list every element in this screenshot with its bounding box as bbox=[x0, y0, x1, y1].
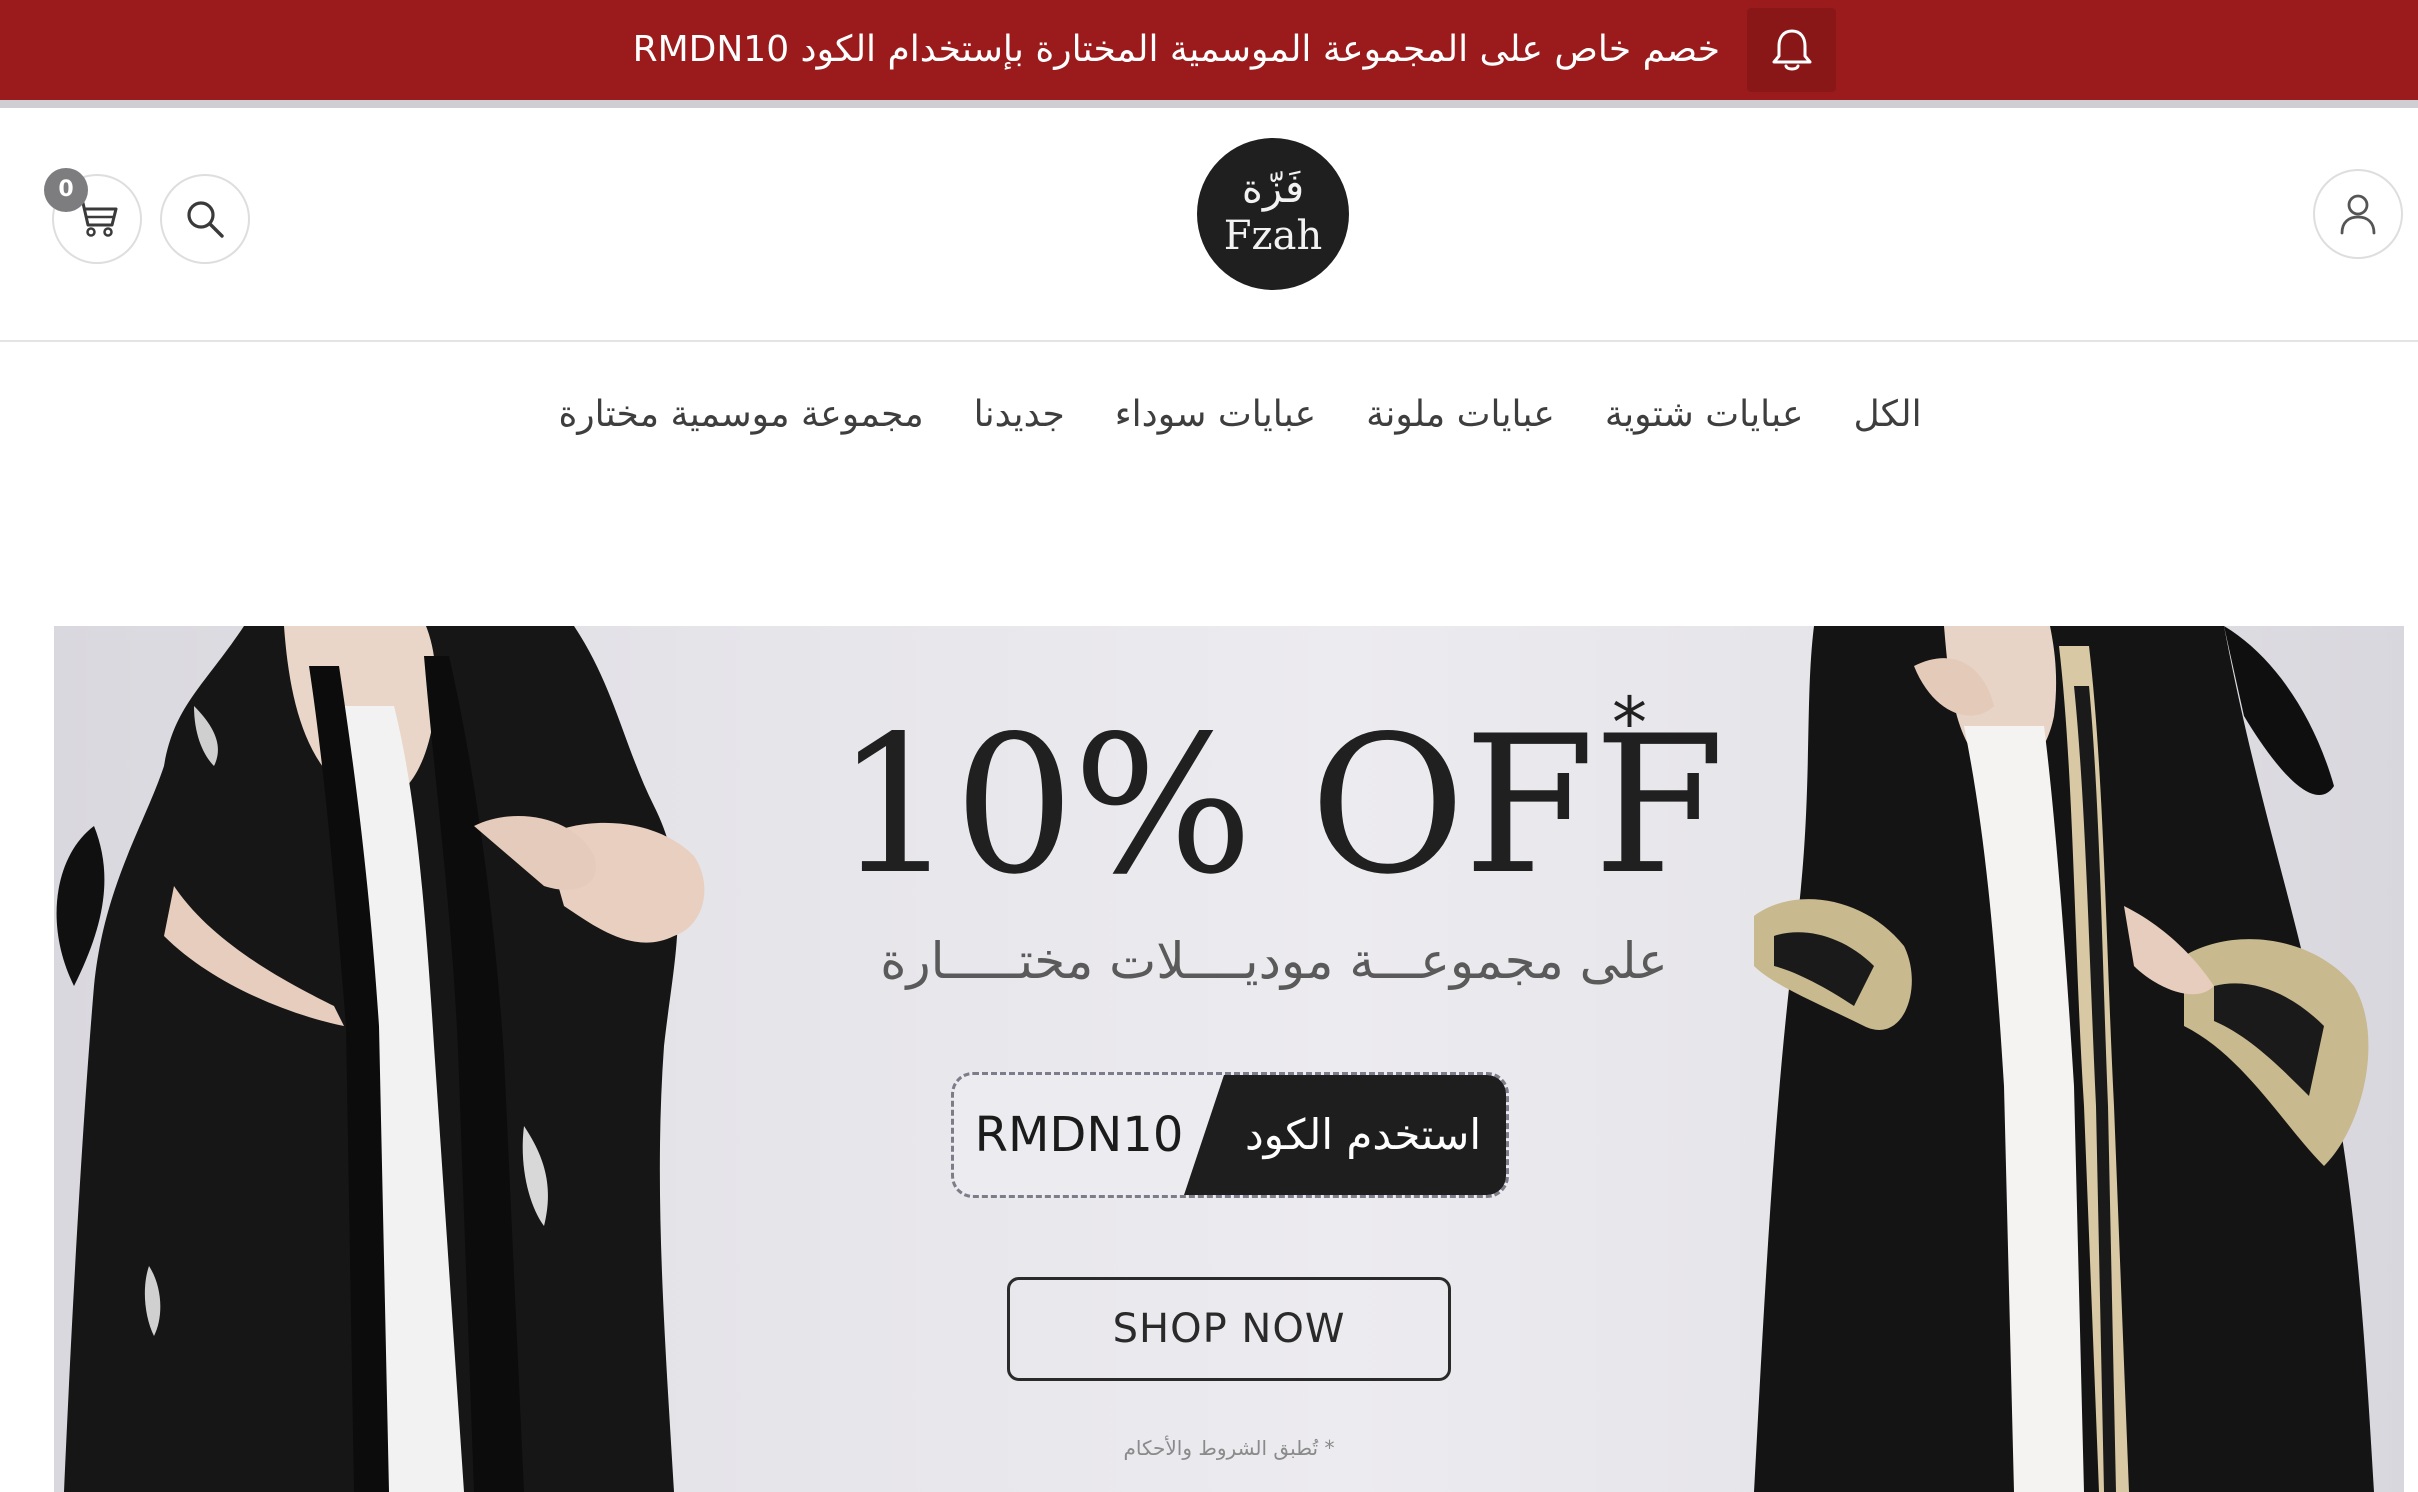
nav-item-winter-abayas[interactable]: عبايات شتوية bbox=[1605, 385, 1804, 445]
hero-model-right-image bbox=[1754, 626, 2374, 1492]
nav-item-seasonal-collection[interactable]: مجموعة موسمية مختارة bbox=[558, 385, 923, 445]
main-navigation: مجموعة موسمية مختارة جديدنا عبايات سوداء… bbox=[540, 385, 1940, 445]
nav-item-all[interactable]: الكل bbox=[1853, 385, 1921, 445]
announcement-bar: خصم خاص على المجموعة الموسمية المختارة ب… bbox=[0, 0, 2418, 100]
cart-count-badge: 0 bbox=[44, 168, 88, 212]
nav-item-new-arrivals[interactable]: جديدنا bbox=[974, 385, 1065, 445]
promo-code-value: RMDN10 bbox=[974, 1107, 1184, 1163]
nav-item-black-abayas[interactable]: عبايات سوداء bbox=[1115, 385, 1316, 445]
offer-subheading: على مجموعـــة موديــــلات مختـــــارة bbox=[880, 932, 1668, 990]
search-button[interactable] bbox=[160, 174, 250, 264]
account-button[interactable] bbox=[2313, 169, 2403, 259]
shop-now-button[interactable]: SHOP NOW bbox=[1007, 1277, 1451, 1381]
bell-icon bbox=[1772, 29, 1811, 71]
terms-note: * تُطبق الشروط والأحكام bbox=[1123, 1436, 1335, 1460]
announcement-text: خصم خاص على المجموعة الموسمية المختارة ب… bbox=[632, 29, 1720, 70]
brand-logo[interactable]: فَزّة Fzah bbox=[1197, 138, 1349, 290]
header-divider bbox=[0, 340, 2418, 342]
logo-english-text: Fzah bbox=[1223, 213, 1323, 259]
nav-item-colored-abayas[interactable]: عبايات ملونة bbox=[1366, 385, 1555, 445]
promo-code-label: استخدم الكود bbox=[1244, 1110, 1482, 1159]
logo-arabic-text: فَزّة bbox=[1241, 166, 1305, 212]
topbar-divider bbox=[0, 100, 2418, 108]
offer-asterisk: * bbox=[1612, 682, 1647, 764]
hero-model-left-image bbox=[56, 626, 705, 1492]
offer-heading: 10% OFF bbox=[834, 695, 1725, 916]
notification-bell-button[interactable] bbox=[1747, 8, 1836, 92]
user-icon bbox=[2340, 194, 2376, 235]
search-icon bbox=[187, 201, 224, 238]
hero-banner[interactable]: 10% OFF * على مجموعـــة موديــــلات مختـ… bbox=[54, 626, 2404, 1492]
promo-code-box[interactable]: RMDN10 استخدم الكود bbox=[951, 1072, 1509, 1198]
